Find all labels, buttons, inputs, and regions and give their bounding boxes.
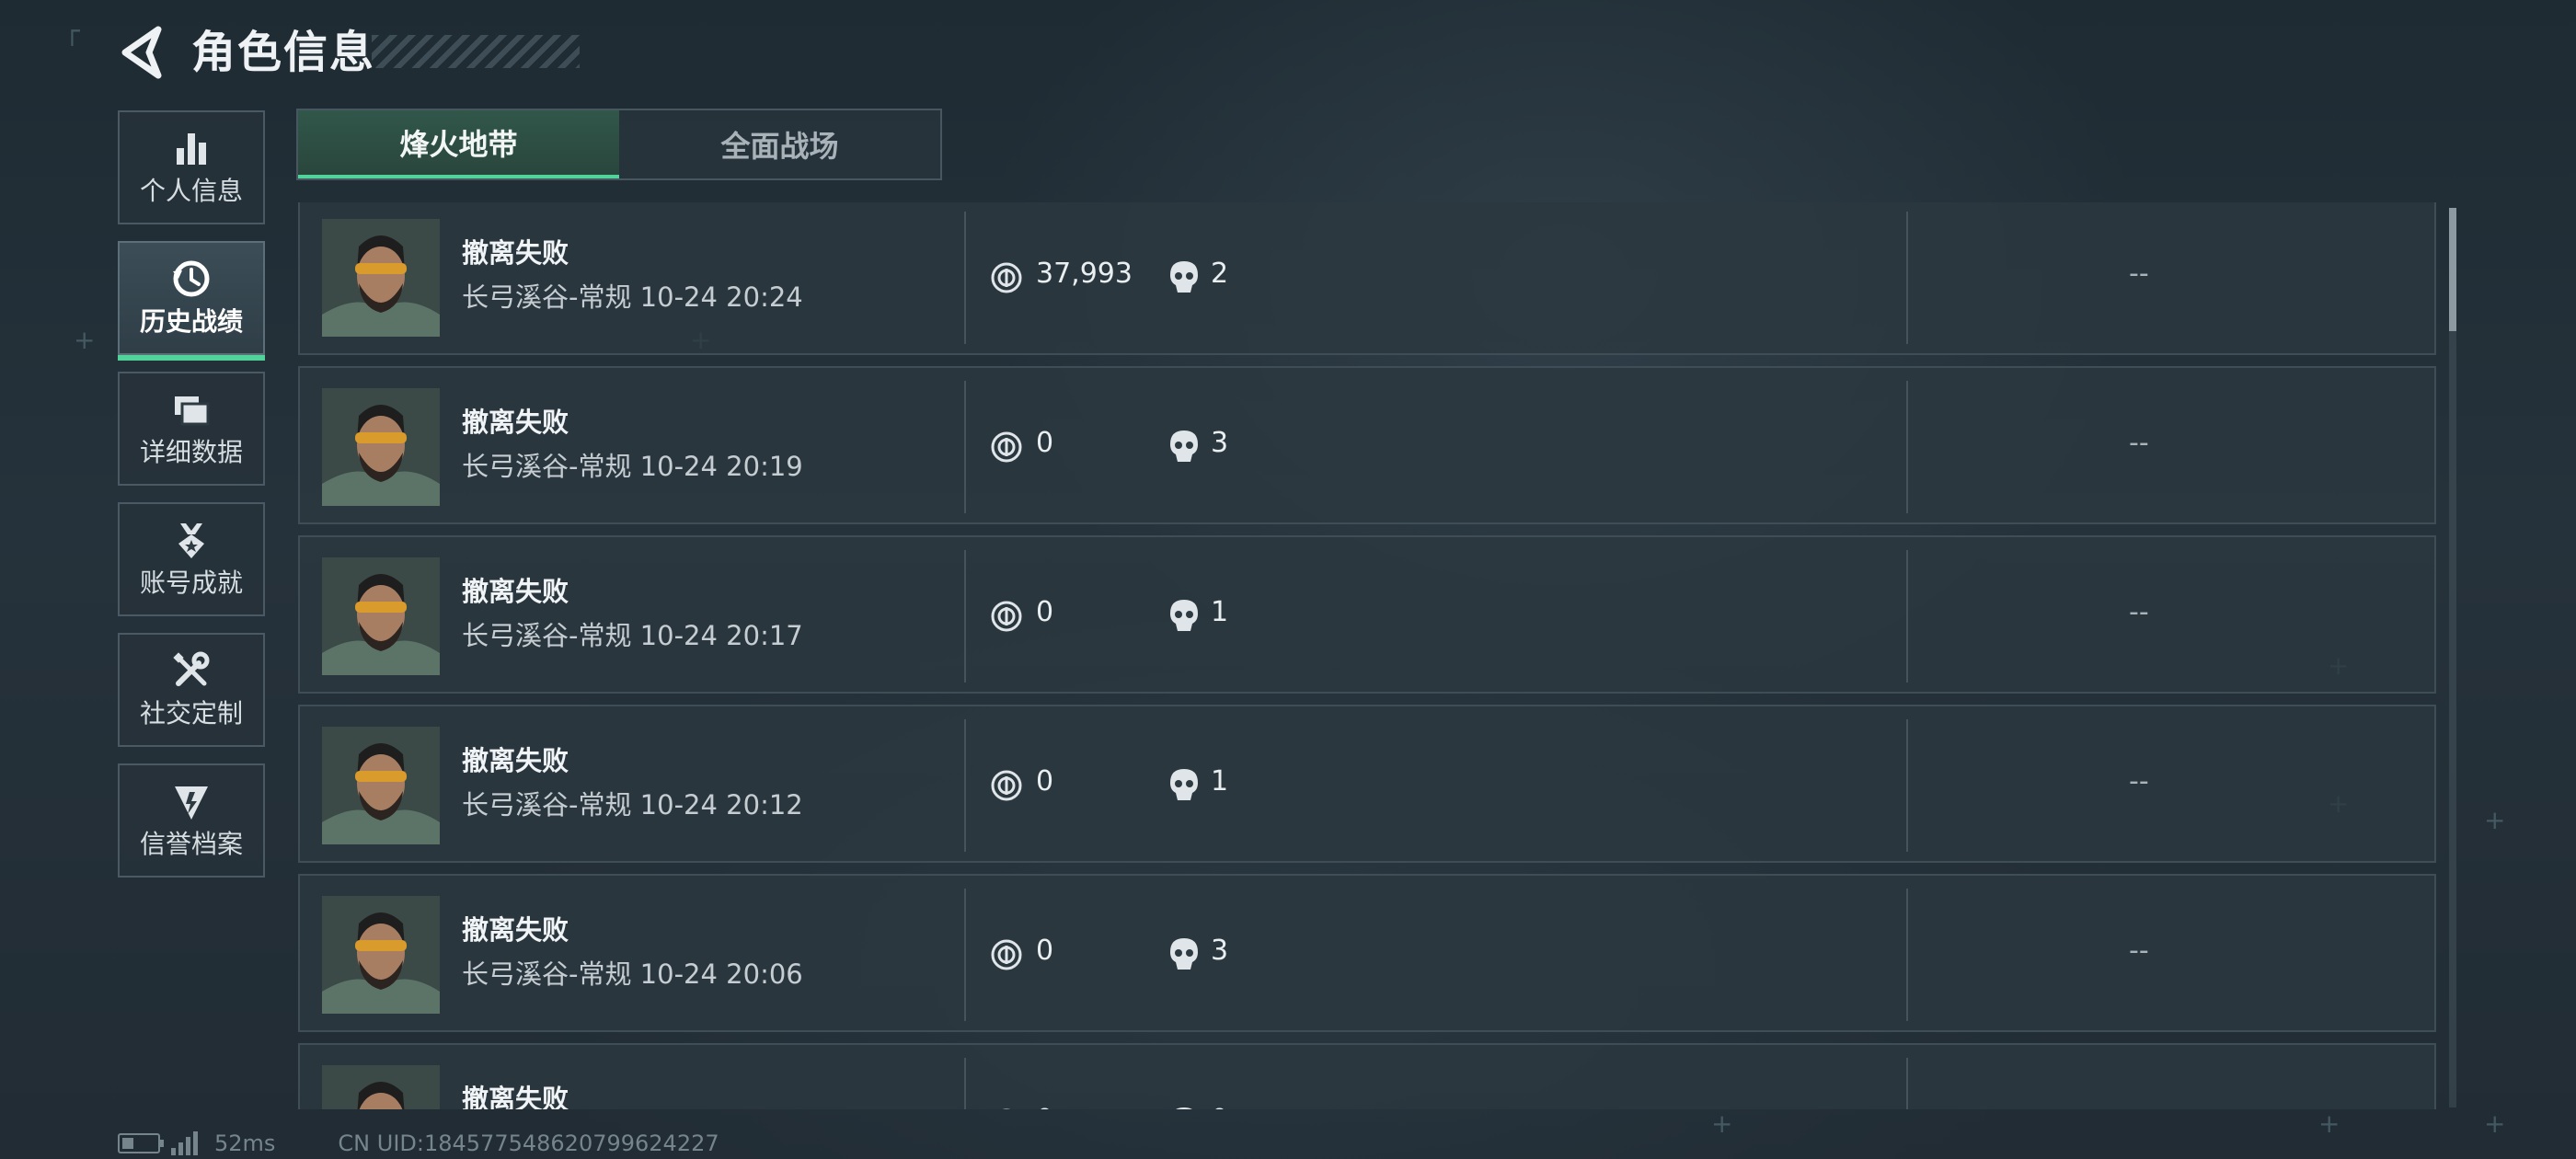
extra-stat: -- xyxy=(2129,765,2149,798)
extra-stat: -- xyxy=(2129,935,2149,967)
skull-kills-icon xyxy=(1168,598,1200,633)
operator-avatar xyxy=(322,727,440,844)
match-record-row[interactable]: 撤离失败长弓溪谷-常规 10-24 20:12 0 1 -- xyxy=(298,705,2436,863)
bar-chart-icon xyxy=(177,133,206,165)
extracted-value: 0 xyxy=(1036,596,1054,628)
map-and-time: 长弓溪谷-常规 10-24 20:17 xyxy=(462,620,803,651)
column-divider xyxy=(964,550,966,683)
currency-icon xyxy=(990,769,1023,802)
medal-icon xyxy=(178,523,204,558)
kill-count: 0 xyxy=(1211,1104,1228,1109)
extraction-status: 撤离失败 xyxy=(462,1084,569,1109)
signal-icon xyxy=(171,1131,198,1155)
tab-full-battlefield[interactable]: 全面战场 xyxy=(619,110,940,178)
column-divider xyxy=(1906,550,1908,683)
column-divider xyxy=(1906,1058,1908,1109)
column-divider xyxy=(1906,889,1908,1021)
extraction-status: 撤离失败 xyxy=(462,914,569,946)
sidebar-item-credit-profile[interactable]: 信誉档案 xyxy=(118,763,265,878)
kill-count: 3 xyxy=(1211,427,1229,459)
skull-kills-icon xyxy=(1168,429,1200,464)
extra-stat: -- xyxy=(2129,427,2149,459)
extraction-status: 撤离失败 xyxy=(462,237,569,269)
kill-count: 3 xyxy=(1211,935,1229,967)
sidebar-item-label: 账号成就 xyxy=(139,568,243,598)
operator-avatar xyxy=(322,219,440,337)
sidebar-item-personal-info[interactable]: 个人信息 xyxy=(118,110,265,224)
scrollbar[interactable] xyxy=(2449,208,2456,1107)
map-and-time: 长弓溪谷-常规 10-24 20:12 xyxy=(462,789,803,820)
skull-kills-icon xyxy=(1168,1106,1200,1109)
currency-icon xyxy=(990,1107,1023,1109)
column-divider xyxy=(964,1058,966,1109)
latency-text: 52ms xyxy=(214,1130,276,1156)
match-record-row[interactable]: 撤离失败长弓溪谷-常规 10-24 20:17 0 1 -- xyxy=(298,535,2436,694)
currency-icon xyxy=(990,430,1023,464)
sidebar-item-label: 历史战绩 xyxy=(139,306,243,337)
status-footer: 52ms CN UID:18457754862079962422​7 xyxy=(118,1130,719,1157)
sidebar-item-label: 详细数据 xyxy=(139,437,243,467)
extraction-status: 撤离失败 xyxy=(462,576,569,607)
extraction-status: 撤离失败 xyxy=(462,407,569,438)
extracted-value: 0 xyxy=(1036,427,1054,459)
kill-count: 2 xyxy=(1211,258,1229,290)
match-history-list[interactable]: 撤离失败 长弓溪谷-常规 10-24 20:24 37,993 2 -- 撤离失败 长弓溪谷… xyxy=(296,202,2447,1109)
column-divider xyxy=(1906,719,1908,852)
sidebar-item-label: 社交定制 xyxy=(139,698,243,729)
wrench-tools-icon xyxy=(173,651,210,686)
match-record-row[interactable]: 撤离失败长弓溪谷-常规 10-24 20:06 0 3 -- xyxy=(298,874,2436,1032)
currency-icon xyxy=(990,938,1023,971)
match-record-row[interactable]: 撤离失败长弓溪谷-常规 10-24 20:0400-- xyxy=(298,1043,2436,1109)
kill-count: 1 xyxy=(1211,765,1229,798)
operator-avatar xyxy=(322,388,440,506)
match-record-row[interactable]: 撤离失败长弓溪谷-常规 10-24 20:24 37,993 2 -- xyxy=(298,202,2436,355)
column-divider xyxy=(1906,381,1908,513)
page-title: 角色信息 xyxy=(191,27,376,78)
tab-warzone[interactable]: 烽火地带 xyxy=(298,110,619,178)
extra-stat: -- xyxy=(2129,596,2149,628)
battery-icon xyxy=(118,1133,164,1153)
sidebar-item-label: 个人信息 xyxy=(139,176,243,206)
sidebar-item-social-custom[interactable]: 社交定制 xyxy=(118,633,265,747)
extracted-value: 0 xyxy=(1036,1104,1053,1109)
column-divider xyxy=(964,889,966,1021)
map-and-time: 长弓溪谷-常规 10-24 20:24 xyxy=(462,281,803,313)
extracted-value: 37,993 xyxy=(1036,258,1133,290)
map-and-time: 长弓溪谷-常规 10-24 20:19 xyxy=(462,451,803,482)
currency-icon xyxy=(990,261,1023,294)
sidebar-item-detailed-data[interactable]: 详细数据 xyxy=(118,372,265,486)
extra-stat: -- xyxy=(2129,258,2149,290)
map-and-time: 长弓溪谷-常规 10-24 20:06 xyxy=(462,958,803,990)
skull-kills-icon xyxy=(1168,259,1200,294)
stacked-cards-icon xyxy=(175,396,210,426)
scrollbar-thumb[interactable] xyxy=(2449,208,2456,331)
shield-emblem-icon xyxy=(175,786,208,820)
operator-avatar xyxy=(322,1065,440,1109)
column-divider xyxy=(1906,212,1908,344)
operator-avatar xyxy=(322,557,440,675)
extra-stat: -- xyxy=(2129,1104,2149,1109)
skull-kills-icon xyxy=(1168,936,1200,971)
sidebar-item-match-history[interactable]: 历史战绩 xyxy=(118,241,265,361)
kill-count: 1 xyxy=(1211,596,1229,628)
history-clock-icon xyxy=(173,260,210,297)
match-record-row[interactable]: 撤离失败长弓溪谷-常规 10-24 20:19 0 3 -- xyxy=(298,366,2436,524)
uid-text: CN UID:18457754862079962422​7 xyxy=(338,1130,719,1156)
sidebar-item-achievements[interactable]: 账号成就 xyxy=(118,502,265,616)
mode-tabs: 烽火地带 全面战场 xyxy=(296,109,942,180)
operator-avatar xyxy=(322,896,440,1014)
skull-kills-icon xyxy=(1168,767,1200,802)
back-arrow-icon[interactable] xyxy=(118,26,166,79)
extraction-status: 撤离失败 xyxy=(462,745,569,776)
column-divider xyxy=(964,212,966,344)
column-divider xyxy=(964,381,966,513)
extracted-value: 0 xyxy=(1036,935,1054,967)
title-decoration xyxy=(372,35,580,68)
extracted-value: 0 xyxy=(1036,765,1054,798)
currency-icon xyxy=(990,600,1023,633)
sidebar-item-label: 信誉档案 xyxy=(139,829,243,859)
column-divider xyxy=(964,719,966,852)
